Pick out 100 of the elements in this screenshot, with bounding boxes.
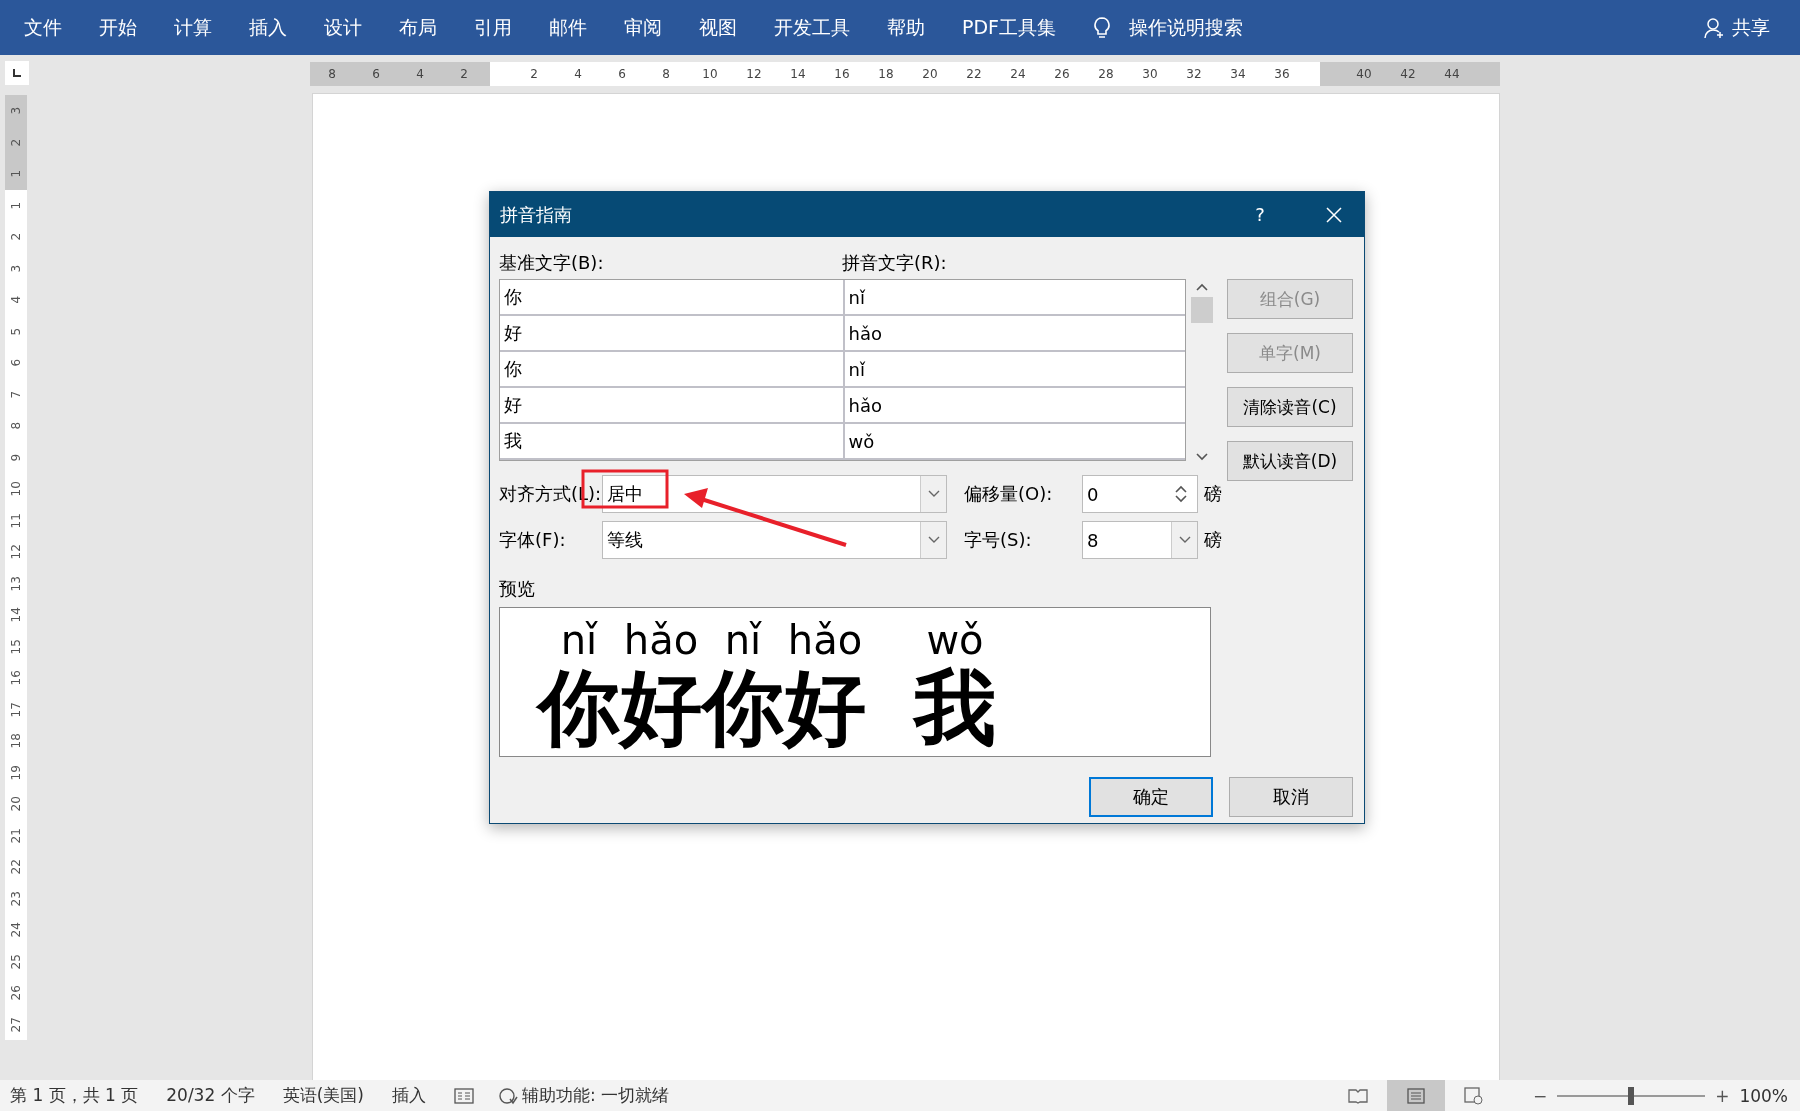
ruler-number: 7	[8, 389, 24, 401]
help-button[interactable]: ?	[1240, 204, 1280, 225]
caret-icon	[927, 536, 940, 544]
ruler-number: 17	[8, 700, 24, 719]
preview-label: 预览	[499, 577, 536, 601]
left-tab-icon	[12, 68, 22, 78]
ruler-number: 26	[8, 984, 24, 1003]
ruler-number: 4	[573, 67, 583, 81]
ruler-number: 36	[1273, 67, 1291, 81]
ruler-number: 25	[8, 952, 24, 971]
ruler-number: 1	[8, 200, 24, 212]
ribbon-tab[interactable]: 邮件	[549, 14, 587, 41]
base-text-field[interactable]: 我	[500, 424, 843, 460]
ruler-number: 3	[8, 105, 24, 117]
ruby-text-field[interactable]: hǎo	[842, 316, 1185, 352]
tab-selector[interactable]	[5, 61, 29, 85]
ruler-number: 28	[1097, 67, 1115, 81]
caret-icon	[927, 490, 940, 498]
ruler-number: 14	[789, 67, 807, 81]
ribbon-tab[interactable]: 文件	[24, 14, 62, 41]
ruler-number: 4	[415, 67, 425, 81]
ruler-number: 13	[8, 574, 24, 593]
ribbon-tab[interactable]: 引用	[474, 14, 512, 41]
ruby-text-field[interactable]: hǎo	[842, 388, 1185, 424]
ribbon-tab[interactable]: 审阅	[624, 14, 662, 41]
ribbon-tab[interactable]: 视图	[699, 14, 737, 41]
base-text-field[interactable]: 你	[500, 352, 843, 388]
scroll-down-icon[interactable]	[1196, 453, 1208, 461]
ribbon-tab[interactable]: 设计	[324, 14, 362, 41]
side-button[interactable]: 默认读音(D)	[1227, 441, 1353, 481]
ruler-number: 32	[1185, 67, 1203, 81]
ruler-number: 20	[8, 795, 24, 814]
ruler-number: 15	[8, 637, 24, 656]
ruby-text-field[interactable]: nǐ	[842, 352, 1185, 388]
base-text-field[interactable]: 你	[500, 280, 843, 316]
base-text-field[interactable]: 好	[500, 316, 843, 352]
column-label: 基准文字(B):	[499, 251, 605, 275]
preview-character: 好	[784, 662, 866, 754]
accessibility-icon[interactable]	[497, 1085, 518, 1106]
ruler-number: 1	[8, 168, 24, 180]
ribbon-tab[interactable]: 帮助	[887, 14, 925, 41]
zoom-out-button[interactable]: −	[1532, 1085, 1548, 1106]
field-label: 字体(F):	[499, 528, 567, 552]
pinyin-text: nǐ	[560, 618, 598, 662]
dialog-title: 拼音指南	[500, 202, 573, 227]
ruler-number: 2	[8, 137, 24, 149]
ribbon-tab[interactable]: 插入	[249, 14, 287, 41]
pinyin-text: hǎo	[787, 618, 863, 662]
size-dropdown[interactable]: 8	[1082, 521, 1198, 559]
font-dropdown[interactable]: 等线	[602, 521, 947, 559]
page-layout-icon	[1406, 1087, 1425, 1104]
pinyin-text: nǐ	[724, 618, 762, 662]
ruler-number: 2	[459, 67, 469, 81]
base-text-field[interactable]: 好	[500, 388, 843, 424]
ruler-number: 44	[1443, 67, 1461, 81]
unit-label: 磅	[1204, 528, 1223, 552]
ruler-number: 2	[8, 231, 24, 243]
ruler-number: 18	[8, 732, 24, 751]
slider-thumb[interactable]	[1628, 1086, 1635, 1105]
ribbon-tab[interactable]: 开始	[99, 14, 137, 41]
ruler-number: 11	[8, 511, 24, 530]
search-tell-me[interactable]: 操作说明搜索	[1129, 14, 1244, 41]
spin-down-icon[interactable]	[1175, 495, 1187, 503]
ruler-number: 22	[8, 858, 24, 877]
ruler-number: 26	[1053, 67, 1071, 81]
share-button[interactable]: 共享	[1704, 14, 1770, 41]
scroll-up-icon[interactable]	[1196, 283, 1208, 291]
ruler-number: 14	[8, 606, 24, 625]
ruler-number: 23	[8, 889, 24, 908]
cancel-button[interactable]: 取消	[1229, 777, 1353, 817]
pinyin-text: wǒ	[926, 618, 984, 662]
insert-mode: 插入	[391, 1084, 426, 1107]
alignment-dropdown[interactable]: 居中	[602, 475, 947, 513]
ruler-number: 12	[745, 67, 763, 81]
ruler-number: 9	[8, 452, 24, 464]
ribbon-tab[interactable]: PDF工具集	[962, 14, 1057, 41]
ribbon-tab[interactable]: 计算	[174, 14, 212, 41]
ruby-text-field[interactable]: nǐ	[842, 280, 1185, 316]
spin-up-icon[interactable]	[1175, 485, 1187, 493]
ruler-number: 10	[701, 67, 719, 81]
ribbon-tab[interactable]: 开发工具	[774, 14, 850, 41]
ruler-number: 16	[833, 67, 851, 81]
ruler-number: 30	[1141, 67, 1159, 81]
zoom-in-button[interactable]: +	[1715, 1085, 1730, 1106]
unit-label: 磅	[1204, 482, 1223, 506]
ruler-number: 40	[1355, 67, 1373, 81]
pinyin-text: hǎo	[623, 618, 699, 662]
zoom-level[interactable]: 100%	[1739, 1085, 1788, 1106]
page-count: 第 1 页，共 1 页	[10, 1084, 139, 1107]
ruby-text-field[interactable]: wǒ	[842, 424, 1185, 460]
offset-spinbox[interactable]: 0	[1082, 475, 1198, 513]
side-button[interactable]: 清除读音(C)	[1227, 387, 1353, 427]
ok-button[interactable]: 确定	[1089, 777, 1213, 817]
ruler-number: 6	[8, 357, 24, 369]
macro-record-icon[interactable]	[453, 1086, 474, 1105]
accessibility-status[interactable]: 辅助功能: 一切就绪	[521, 1084, 670, 1107]
lightbulb-icon[interactable]	[1093, 15, 1112, 40]
field-label: 字号(S):	[964, 528, 1033, 552]
scrollbar-thumb[interactable]	[1191, 297, 1213, 323]
ribbon-tab[interactable]: 布局	[399, 14, 437, 41]
